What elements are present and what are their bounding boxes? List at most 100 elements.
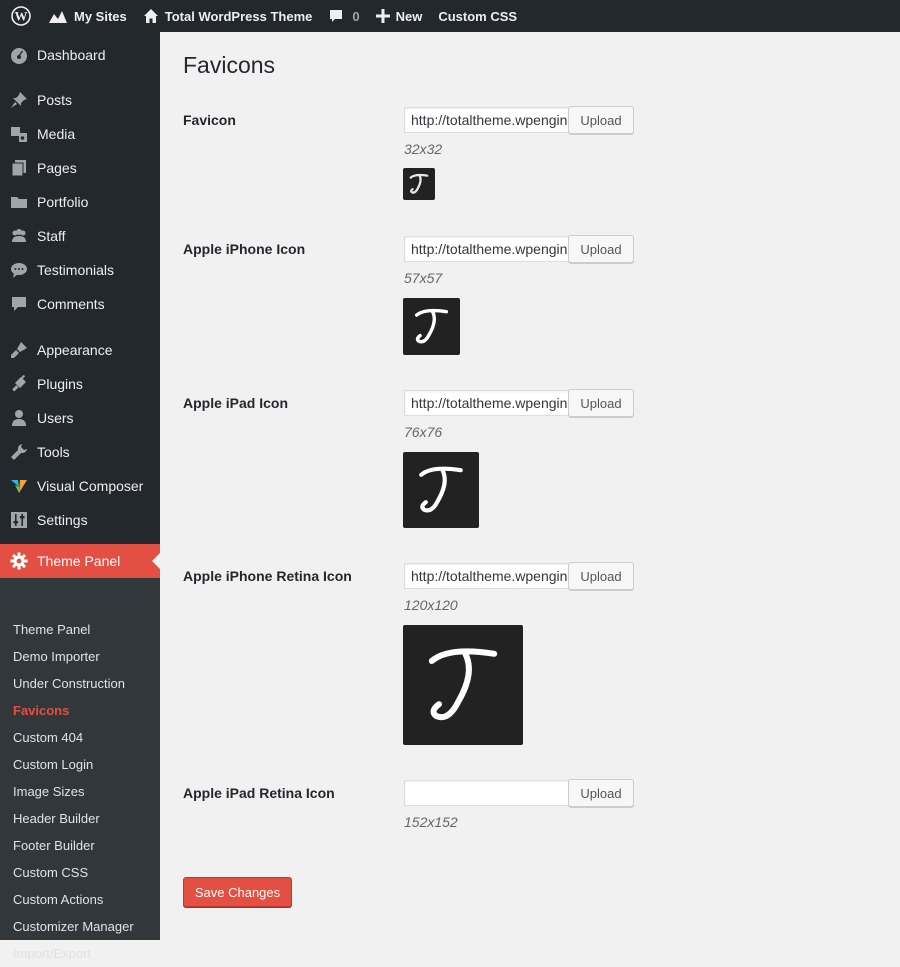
gear-icon: [0, 552, 37, 570]
sidebar-item-comments[interactable]: Comments: [0, 287, 160, 321]
sidebar-item-label: Theme Panel: [37, 553, 121, 569]
custom-css-link[interactable]: Custom CSS: [430, 0, 525, 32]
media-icon: [0, 125, 37, 143]
svg-text:W: W: [15, 9, 28, 24]
favicon-url-input[interactable]: http://totaltheme.wpengine.com/favicon.p…: [404, 107, 575, 133]
ipad-icon-preview: [403, 452, 479, 528]
submenu-item-theme-panel[interactable]: Theme Panel: [13, 616, 90, 643]
iphone-icon-preview: [403, 298, 460, 355]
ipad-retina-icon-size-hint: 152x152: [404, 814, 458, 830]
save-changes-button[interactable]: Save Changes: [183, 877, 292, 907]
sidebar-item-label: Plugins: [37, 376, 83, 392]
home-icon: [143, 9, 158, 23]
sidebar-item-portfolio[interactable]: Portfolio: [0, 185, 160, 219]
admin-bar: W My Sites Total WordPress Theme 0 New C…: [0, 0, 900, 32]
iphone-icon-size-hint: 57x57: [404, 270, 443, 286]
iphone-retina-icon-size-hint: 120x120: [404, 597, 458, 613]
sidebar-item-visual-composer[interactable]: Visual Composer: [0, 469, 160, 503]
field-label-iphone: Apple iPhone Icon: [183, 241, 306, 257]
ipad-icon-upload-button[interactable]: Upload: [568, 389, 634, 417]
pin-icon: [0, 91, 37, 109]
sidebar-item-label: Comments: [37, 296, 105, 312]
field-label-iphone-retina: Apple iPhone Retina Icon: [183, 568, 352, 584]
page-title: Favicons: [183, 52, 276, 78]
submenu-item-image-sizes[interactable]: Image Sizes: [13, 778, 85, 805]
theme-panel-submenu: Theme Panel Demo Importer Under Construc…: [0, 578, 160, 961]
script-t-logo-icon: [428, 648, 498, 721]
sidebar-item-pages[interactable]: Pages: [0, 151, 160, 185]
sidebar-item-label: Users: [37, 410, 74, 426]
new-label: New: [395, 8, 423, 24]
sidebar-item-users[interactable]: Users: [0, 401, 160, 435]
my-sites-menu[interactable]: My Sites: [40, 0, 135, 32]
speech-bubble-icon: [0, 261, 37, 279]
plug-icon: [0, 375, 37, 393]
sidebar-item-label: Staff: [37, 228, 66, 244]
sidebar-item-staff[interactable]: Staff: [0, 219, 160, 253]
iphone-icon-upload-button[interactable]: Upload: [568, 235, 634, 263]
new-content-menu[interactable]: New: [368, 0, 431, 32]
comments-count: 0: [352, 8, 360, 24]
ipad-retina-icon-url-input[interactable]: [404, 780, 575, 806]
submenu-item-under-construction[interactable]: Under Construction: [13, 670, 125, 697]
ipad-icon-size-hint: 76x76: [404, 424, 443, 440]
pages-icon: [0, 159, 37, 177]
iphone-retina-icon-url-input[interactable]: http://totaltheme.wpengine.com/iphone-re…: [404, 563, 575, 589]
favicon-upload-button[interactable]: Upload: [568, 106, 634, 134]
sidebar-item-dashboard[interactable]: Dashboard: [0, 38, 160, 72]
visual-composer-icon: [0, 477, 37, 495]
sliders-icon: [0, 511, 37, 529]
sidebar-item-label: Visual Composer: [37, 478, 144, 494]
my-sites-icon: [49, 11, 67, 23]
brush-icon: [0, 341, 37, 359]
submenu-item-footer-builder[interactable]: Footer Builder: [13, 832, 95, 859]
submenu-item-customizer-manager[interactable]: Customizer Manager: [13, 913, 134, 940]
field-label-favicon: Favicon: [183, 112, 236, 128]
comments-menu[interactable]: 0: [320, 0, 367, 32]
iphone-icon-url-input[interactable]: http://totaltheme.wpengine.com/iphone-ic…: [404, 236, 575, 262]
wordpress-logo-icon[interactable]: W: [0, 0, 40, 32]
script-t-logo-icon: [414, 308, 449, 344]
field-label-ipad-retina: Apple iPad Retina Icon: [183, 785, 335, 801]
site-name-label: Total WordPress Theme: [164, 8, 313, 24]
plus-icon: [375, 9, 390, 23]
sidebar-item-label: Media: [37, 126, 76, 142]
sidebar-item-label: Settings: [37, 512, 88, 528]
iphone-retina-icon-upload-button[interactable]: Upload: [568, 562, 634, 590]
my-sites-label: My Sites: [74, 8, 127, 24]
submenu-item-demo-importer[interactable]: Demo Importer: [13, 643, 100, 670]
sidebar-item-tools[interactable]: Tools: [0, 435, 160, 469]
favicon-preview: [403, 168, 435, 200]
field-label-ipad: Apple iPad Icon: [183, 395, 289, 411]
iphone-retina-icon-preview: [403, 625, 523, 745]
people-icon: [0, 227, 37, 245]
submenu-item-custom-404[interactable]: Custom 404: [13, 724, 83, 751]
sidebar-item-label: Dashboard: [37, 47, 106, 63]
dashboard-icon: [0, 46, 37, 64]
comment-icon: [330, 10, 343, 22]
custom-css-label: Custom CSS: [438, 8, 518, 24]
favicon-size-hint: 32x32: [404, 141, 443, 157]
sidebar-item-appearance[interactable]: Appearance: [0, 333, 160, 367]
sidebar-item-plugins[interactable]: Plugins: [0, 367, 160, 401]
submenu-item-custom-css[interactable]: Custom CSS: [13, 859, 88, 886]
sidebar-item-theme-panel[interactable]: Theme Panel: [0, 544, 160, 578]
ipad-retina-icon-upload-button[interactable]: Upload: [568, 779, 634, 807]
sidebar-item-posts[interactable]: Posts: [0, 83, 160, 117]
submenu-item-header-builder[interactable]: Header Builder: [13, 805, 100, 832]
wrench-icon: [0, 443, 37, 461]
site-name-menu[interactable]: Total WordPress Theme: [135, 0, 321, 32]
script-t-logo-icon: [409, 173, 429, 194]
sidebar-item-media[interactable]: Media: [0, 117, 160, 151]
submenu-item-custom-login[interactable]: Custom Login: [13, 751, 93, 778]
submenu-item-favicons[interactable]: Favicons: [13, 697, 69, 724]
submenu-item-custom-actions[interactable]: Custom Actions: [13, 886, 103, 913]
sidebar-item-testimonials[interactable]: Testimonials: [0, 253, 160, 287]
ipad-icon-url-input[interactable]: http://totaltheme.wpengine.com/ipad-icon…: [404, 390, 575, 416]
sidebar-item-settings[interactable]: Settings: [0, 503, 160, 537]
admin-sidebar: Dashboard Posts Media Pages Portfolio St…: [0, 32, 160, 961]
submenu-item-import-export[interactable]: Import/Export: [13, 940, 91, 967]
sidebar-item-label: Posts: [37, 92, 73, 108]
folder-icon: [0, 193, 37, 211]
sidebar-item-label: Testimonials: [37, 262, 115, 278]
